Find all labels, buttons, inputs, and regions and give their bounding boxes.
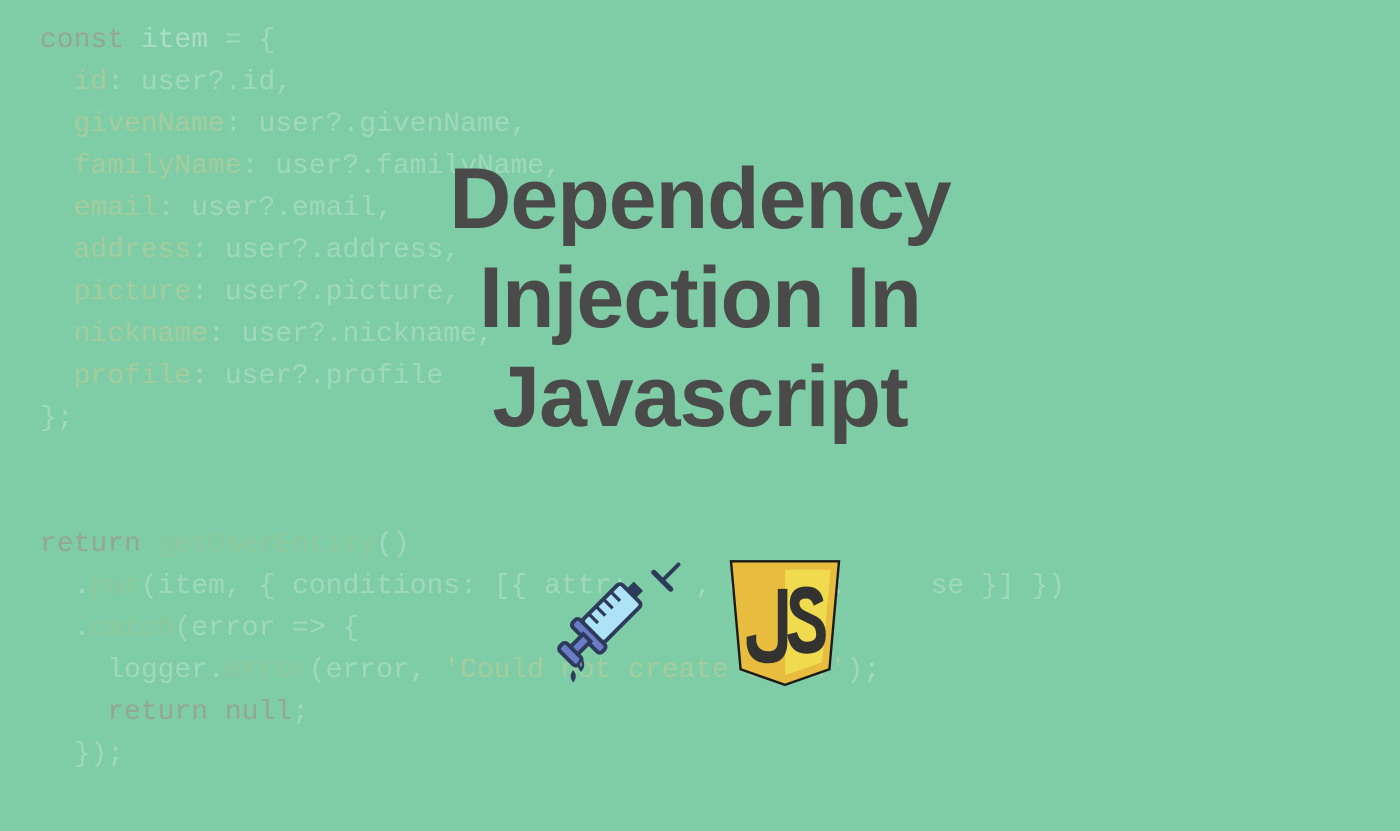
icons-row xyxy=(0,555,1400,695)
js-logo-icon xyxy=(725,555,845,695)
title-line-2: Injection In xyxy=(479,250,921,346)
syringe-icon xyxy=(555,558,685,693)
title-line-3: Javascript xyxy=(492,349,908,445)
title-line-1: Dependency xyxy=(449,151,950,247)
main-title: Dependency Injection In Javascript xyxy=(0,150,1400,447)
title-container: Dependency Injection In Javascript xyxy=(0,150,1400,447)
